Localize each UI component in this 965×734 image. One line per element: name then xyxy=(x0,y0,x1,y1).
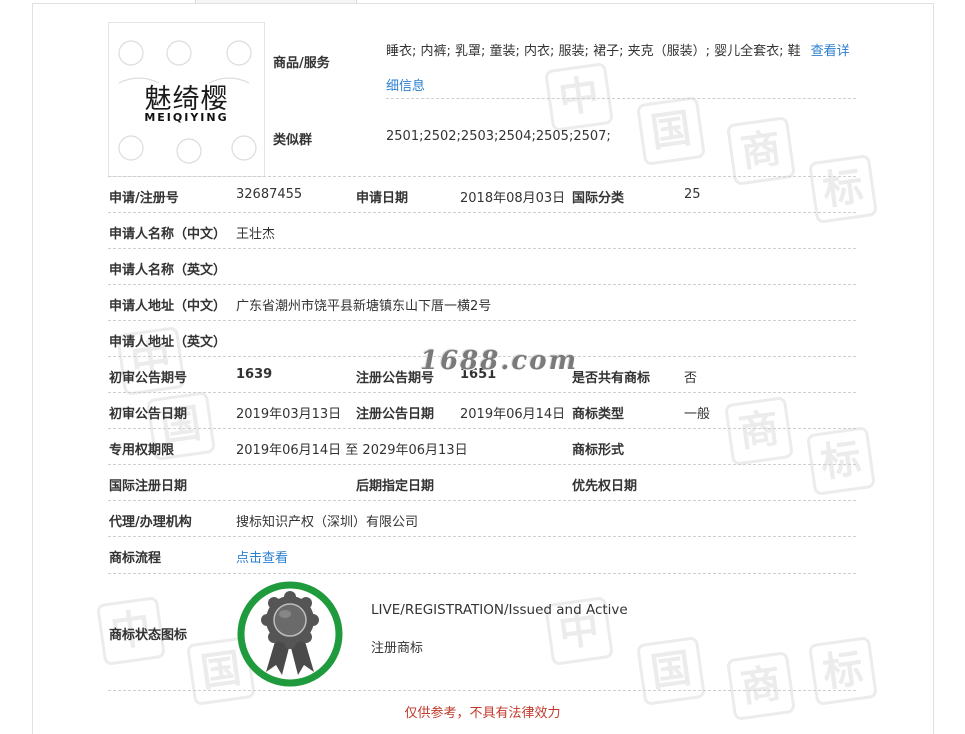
address-en-label: 申请人地址（英文） xyxy=(109,335,227,350)
divider xyxy=(108,428,856,429)
applicant-en-label: 申请人名称（英文） xyxy=(109,263,227,278)
status-label: 商标状态图标 xyxy=(109,628,188,643)
divider xyxy=(108,536,856,537)
prelim-no-value: 1639 xyxy=(236,367,273,382)
app-date-value: 2018年08月03日 xyxy=(460,191,566,206)
prelim-date-value: 2019年03月13日 xyxy=(236,407,342,422)
divider xyxy=(108,500,856,501)
disclaimer-text: 仅供参考，不具有法律效力 xyxy=(404,706,561,721)
divider xyxy=(108,573,856,574)
shared-value: 否 xyxy=(684,371,698,386)
similar-group-label: 类似群 xyxy=(273,133,313,148)
agency-value: 搜标知识产权（深圳）有限公司 xyxy=(236,515,419,530)
site-watermark: 1688.com xyxy=(420,346,579,376)
intl-class-label: 国际分类 xyxy=(572,191,625,206)
registered-status-icon xyxy=(237,581,343,687)
divider xyxy=(386,98,856,99)
divider xyxy=(108,320,856,321)
reg-date-label: 注册公告日期 xyxy=(356,407,435,422)
applicant-cn-value: 王壮杰 xyxy=(236,227,276,242)
app-no-value: 32687455 xyxy=(236,187,303,202)
goods-list: 睡衣; 内裤; 乳罩; 童装; 内衣; 服装; 裙子; 夹克（服装）; 婴儿全套… xyxy=(386,44,801,59)
status-text-en: LIVE/REGISTRATION/Issued and Active xyxy=(371,602,628,618)
intl-class-value: 25 xyxy=(684,187,701,202)
address-cn-value: 广东省潮州市饶平县新塘镇东山下厝一横2号 xyxy=(236,299,492,314)
divider xyxy=(108,212,856,213)
trademark-logo-image: 魅绮樱 MEIQIYING xyxy=(108,22,265,177)
validity-label: 专用权期限 xyxy=(109,443,175,458)
agency-label: 代理/办理机构 xyxy=(109,515,192,530)
prelim-no-label: 初审公告期号 xyxy=(109,371,188,386)
prelim-date-label: 初审公告日期 xyxy=(109,407,188,422)
tm-form-label: 商标形式 xyxy=(572,443,625,458)
reg-date-value: 2019年06月14日 xyxy=(460,407,566,422)
shared-label: 是否共有商标 xyxy=(572,371,651,386)
divider xyxy=(108,248,856,249)
tm-type-label: 商标类型 xyxy=(572,407,625,422)
tm-type-value: 一般 xyxy=(684,407,711,422)
process-label: 商标流程 xyxy=(109,551,162,566)
divider xyxy=(108,284,856,285)
logo-pinyin-text: MEIQIYING xyxy=(144,111,229,124)
divider xyxy=(108,176,856,177)
validity-value: 2019年06月14日 至 2029年06月13日 xyxy=(236,443,468,458)
divider xyxy=(108,690,856,691)
priority-date-label: 优先权日期 xyxy=(572,479,638,494)
view-process-link[interactable]: 点击查看 xyxy=(236,547,288,566)
app-date-label: 申请日期 xyxy=(356,191,409,206)
goods-label: 商品/服务 xyxy=(273,56,330,71)
goods-value: 睡衣; 内裤; 乳罩; 童装; 内衣; 服装; 裙子; 夹克（服装）; 婴儿全套… xyxy=(386,34,856,104)
applicant-cn-label: 申请人名称（中文） xyxy=(109,227,227,242)
later-date-label: 后期指定日期 xyxy=(356,479,435,494)
status-text-cn: 注册商标 xyxy=(371,641,424,656)
similar-group-value: 2501;2502;2503;2504;2505;2507; xyxy=(386,129,611,144)
address-cn-label: 申请人地址（中文） xyxy=(109,299,227,314)
app-no-label: 申请/注册号 xyxy=(109,191,179,206)
divider xyxy=(108,392,856,393)
intl-reg-date-label: 国际注册日期 xyxy=(109,479,188,494)
divider xyxy=(108,464,856,465)
